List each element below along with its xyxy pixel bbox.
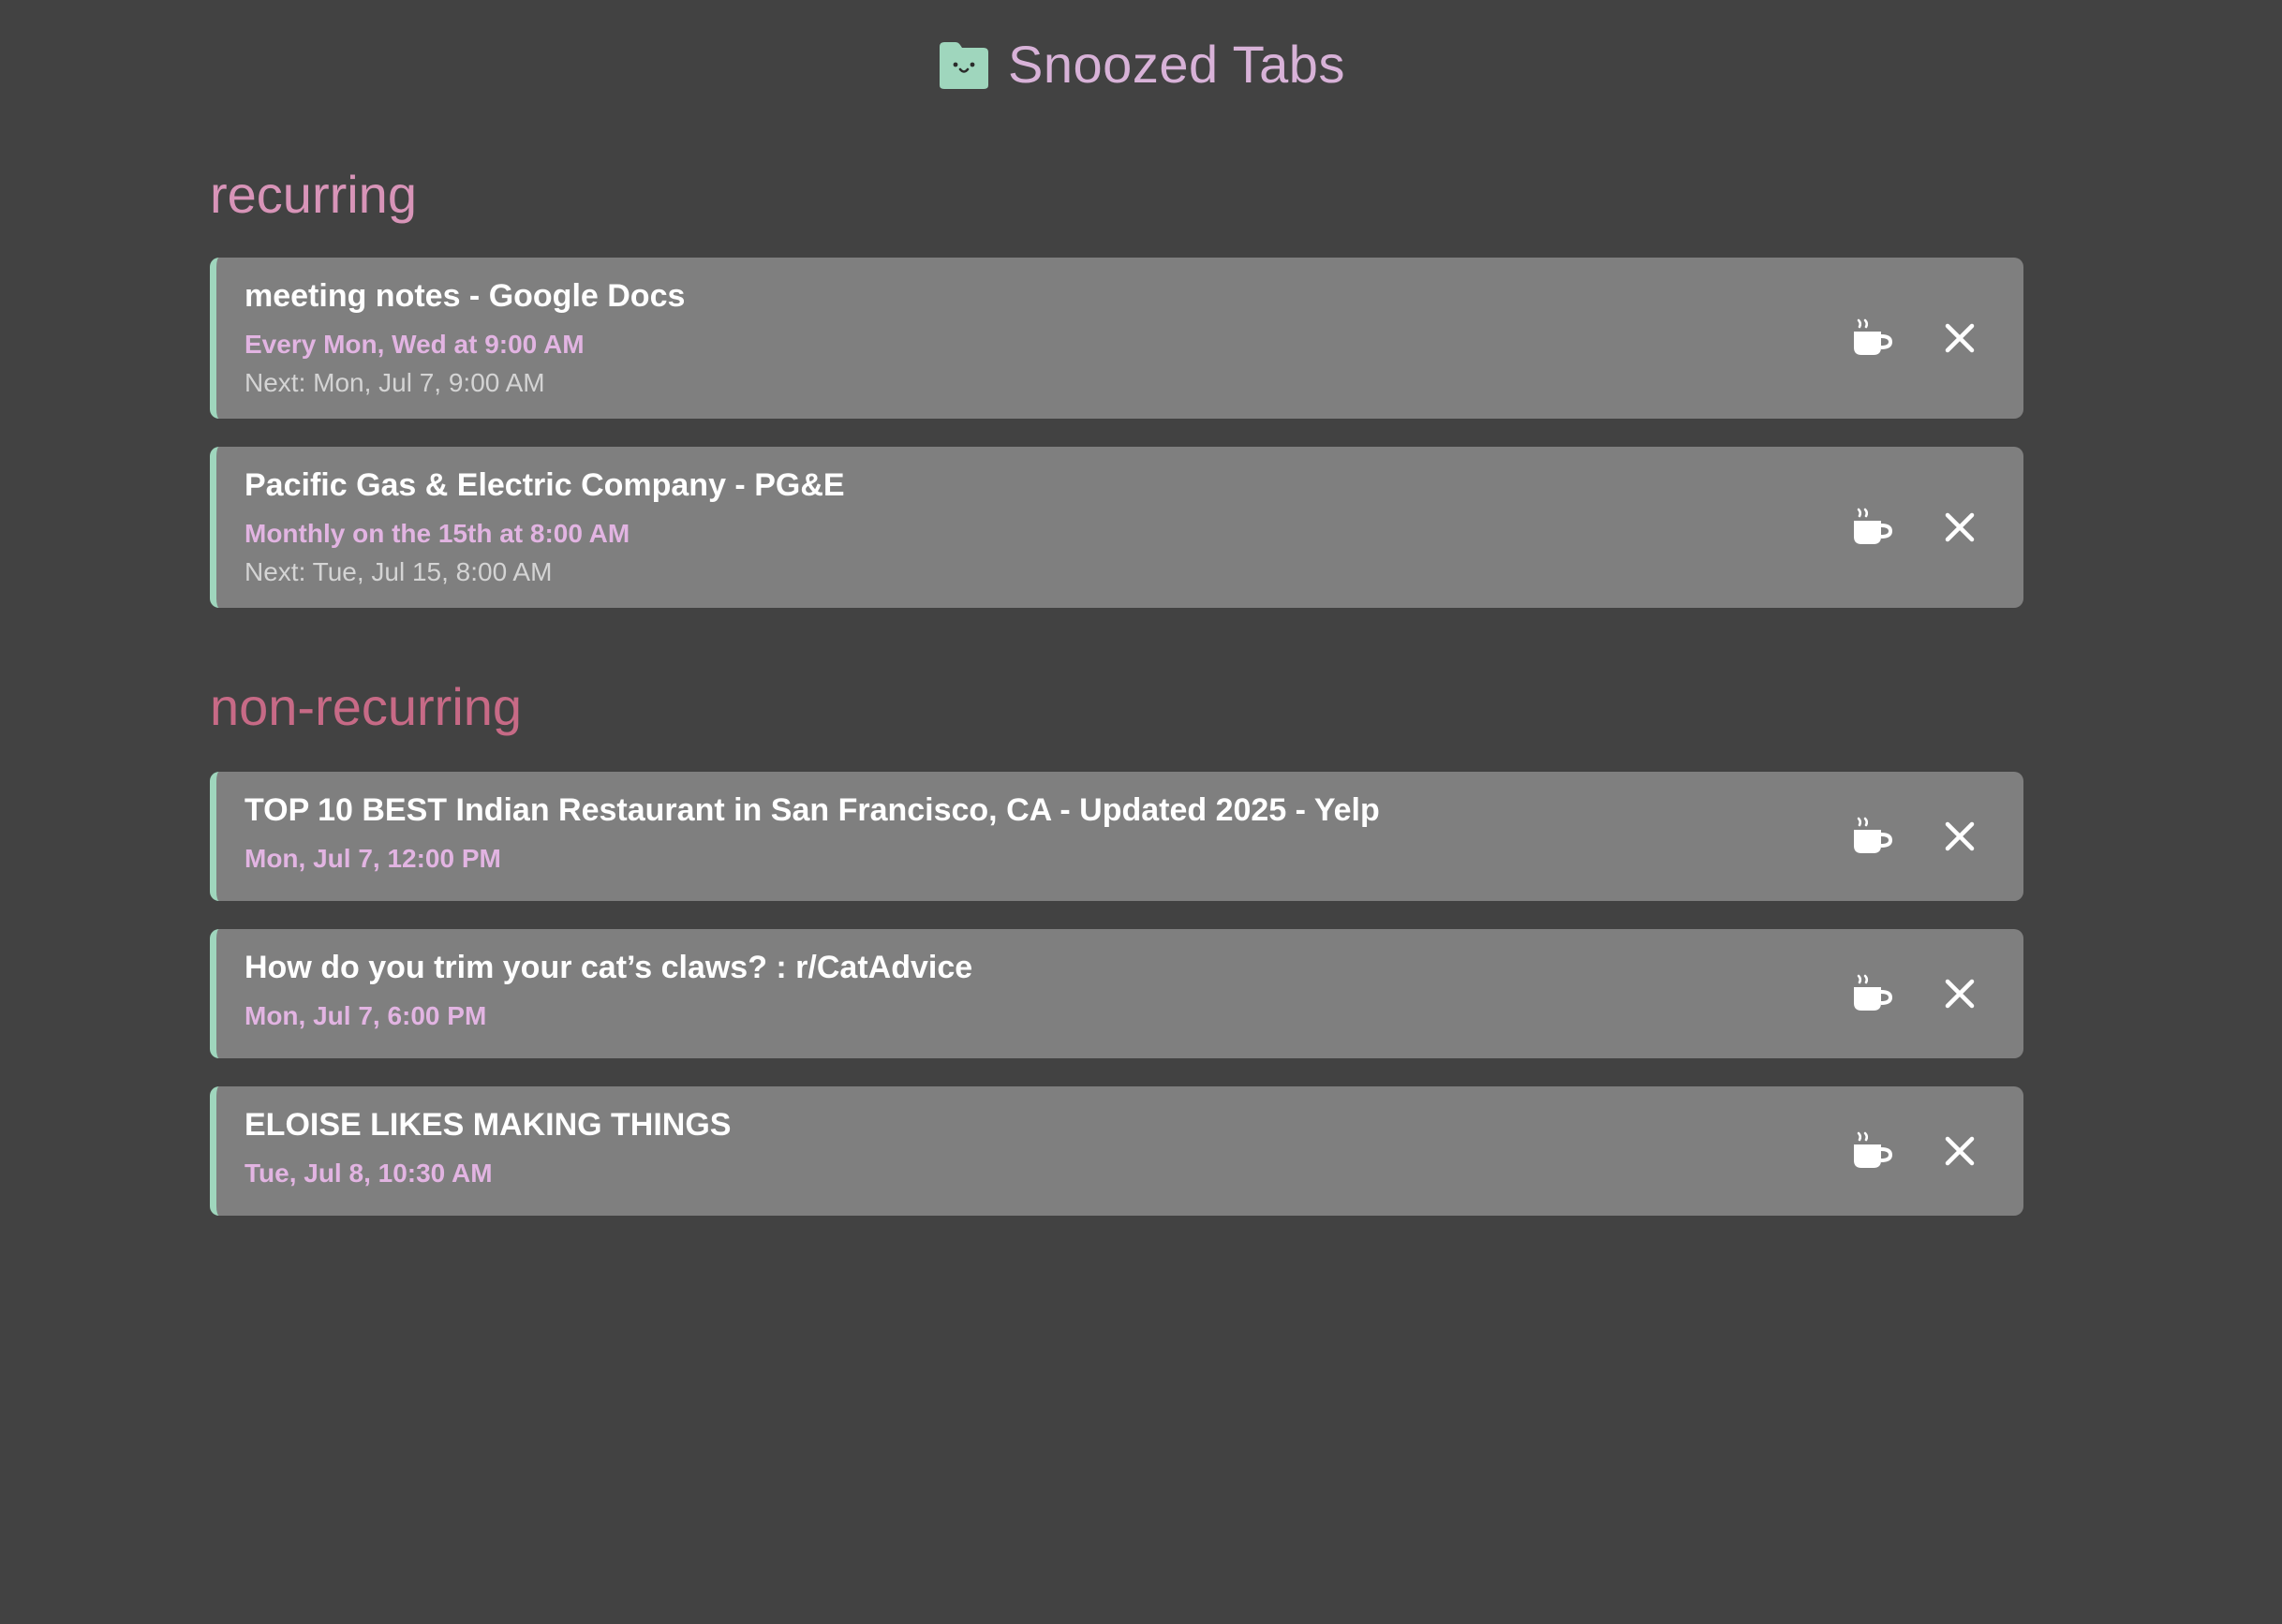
- recurring-list: meeting notes - Google Docs Every Mon, W…: [210, 258, 2023, 636]
- wake-time-text: Mon, Jul 7, 6:00 PM: [244, 1001, 487, 1030]
- close-icon: [1945, 512, 1975, 542]
- folder-face-icon: [940, 42, 989, 89]
- app-title: Snoozed Tabs: [1008, 35, 1345, 94]
- wake-now-button[interactable]: [1849, 971, 1894, 1016]
- close-icon: [1945, 821, 1975, 851]
- coffee-cup-icon: [1854, 508, 1893, 544]
- section-title-non-recurring: non-recurring: [210, 677, 523, 736]
- app-header: Snoozed Tabs: [0, 34, 2282, 96]
- wake-now-button[interactable]: [1849, 1129, 1894, 1174]
- close-icon: [1945, 979, 1975, 1009]
- close-icon: [1945, 323, 1975, 353]
- tab-title[interactable]: TOP 10 BEST Indian Restaurant in San Fra…: [244, 792, 1380, 829]
- wake-now-button[interactable]: [1849, 505, 1894, 550]
- non-recurring-list: TOP 10 BEST Indian Restaurant in San Fra…: [210, 772, 2023, 1244]
- wake-time-text: Mon, Jul 7, 12:00 PM: [244, 844, 501, 873]
- card-actions: [1849, 447, 1982, 608]
- coffee-cup-icon: [1854, 817, 1893, 853]
- snoozed-tab-card[interactable]: ELOISE LIKES MAKING THINGS Tue, Jul 8, 1…: [210, 1086, 2023, 1216]
- close-icon: [1945, 1136, 1975, 1166]
- tab-title[interactable]: How do you trim your cat’s claws? : r/Ca…: [244, 950, 972, 986]
- wake-time-text: Tue, Jul 8, 10:30 AM: [244, 1159, 493, 1188]
- schedule-text: Every Mon, Wed at 9:00 AM: [244, 330, 585, 359]
- coffee-cup-icon: [1854, 974, 1893, 1011]
- wake-now-button[interactable]: [1849, 814, 1894, 859]
- section-title-recurring: recurring: [210, 165, 417, 224]
- coffee-cup-icon: [1854, 318, 1893, 355]
- wake-now-button[interactable]: [1849, 316, 1894, 361]
- card-actions: [1849, 772, 1982, 901]
- snoozed-tab-card[interactable]: How do you trim your cat’s claws? : r/Ca…: [210, 929, 2023, 1058]
- card-actions: [1849, 258, 1982, 419]
- remove-button[interactable]: [1937, 505, 1982, 550]
- remove-button[interactable]: [1937, 971, 1982, 1016]
- remove-button[interactable]: [1937, 316, 1982, 361]
- card-actions: [1849, 1086, 1982, 1216]
- snoozed-tab-card[interactable]: TOP 10 BEST Indian Restaurant in San Fra…: [210, 772, 2023, 901]
- schedule-text: Monthly on the 15th at 8:00 AM: [244, 519, 630, 548]
- tab-title[interactable]: meeting notes - Google Docs: [244, 278, 685, 315]
- next-run-text: Next: Tue, Jul 15, 8:00 AM: [244, 557, 553, 586]
- snoozed-tab-card[interactable]: Pacific Gas & Electric Company - PG&E Mo…: [210, 447, 2023, 608]
- card-actions: [1849, 929, 1982, 1058]
- snoozed-tab-card[interactable]: meeting notes - Google Docs Every Mon, W…: [210, 258, 2023, 419]
- tab-title[interactable]: ELOISE LIKES MAKING THINGS: [244, 1107, 731, 1144]
- remove-button[interactable]: [1937, 1129, 1982, 1174]
- remove-button[interactable]: [1937, 814, 1982, 859]
- next-run-text: Next: Mon, Jul 7, 9:00 AM: [244, 368, 545, 397]
- tab-title[interactable]: Pacific Gas & Electric Company - PG&E: [244, 467, 845, 504]
- coffee-cup-icon: [1854, 1131, 1893, 1168]
